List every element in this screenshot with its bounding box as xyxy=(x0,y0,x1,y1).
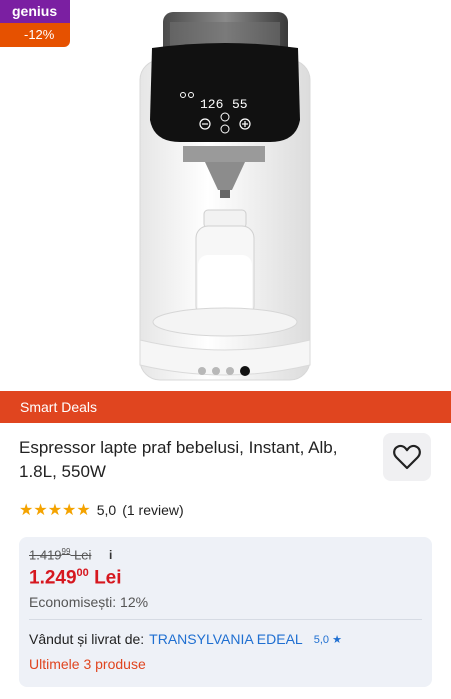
carousel-dot[interactable] xyxy=(226,367,234,375)
add-to-favorites-button[interactable] xyxy=(383,433,431,481)
seller-info: Vândut și livrat de: TRANSYLVANIA EDEAL … xyxy=(29,631,342,647)
heart-outline-icon xyxy=(393,444,421,470)
smart-deals-banner[interactable]: Smart Deals xyxy=(0,391,451,423)
seller-prefix: Vândut și livrat de: xyxy=(29,631,145,647)
product-image: 126 55 xyxy=(139,12,311,381)
carousel-dots xyxy=(198,366,250,376)
carousel-dot[interactable] xyxy=(212,367,220,375)
display-right-value: 55 xyxy=(232,97,248,112)
rating-summary[interactable]: ★★★★★ 5,0 (1 review) xyxy=(19,500,184,520)
carousel-dot-active[interactable] xyxy=(240,366,250,376)
current-price: 1.24900 Lei xyxy=(29,567,122,589)
genius-badge: genius -12% xyxy=(0,0,70,47)
rating-score: 5,0 xyxy=(96,502,117,518)
info-icon[interactable]: i xyxy=(109,548,112,562)
price-card: 1.41999 Lei i 1.24900 Lei Economisești: … xyxy=(19,537,432,687)
review-count[interactable]: (1 review) xyxy=(122,502,183,518)
seller-name-link[interactable]: TRANSYLVANIA EDEAL xyxy=(149,631,303,647)
current-price-currency: Lei xyxy=(88,567,122,589)
seller-rating: 5,0 ★ xyxy=(313,633,342,646)
star-icon: ★★★★★ xyxy=(19,502,91,519)
product-image-gallery[interactable]: genius -12% 126 55 xyxy=(0,0,451,390)
current-price-main: 1.249 xyxy=(29,567,77,589)
old-price-currency: Lei xyxy=(70,547,92,563)
product-title: Espressor lapte praf bebelusi, Instant, … xyxy=(19,438,338,481)
carousel-dot[interactable] xyxy=(198,367,206,375)
old-price-main: 1.419 xyxy=(29,547,62,563)
current-price-cents: 00 xyxy=(76,567,89,579)
savings-label: Economisești: 12% xyxy=(29,594,149,610)
discount-label: -12% xyxy=(0,23,70,47)
divider xyxy=(29,619,422,620)
stock-status: Ultimele 3 produse xyxy=(29,656,146,672)
display-left-value: 126 xyxy=(200,97,223,112)
old-price: 1.41999 Lei xyxy=(29,547,91,562)
genius-label: genius xyxy=(0,0,70,23)
